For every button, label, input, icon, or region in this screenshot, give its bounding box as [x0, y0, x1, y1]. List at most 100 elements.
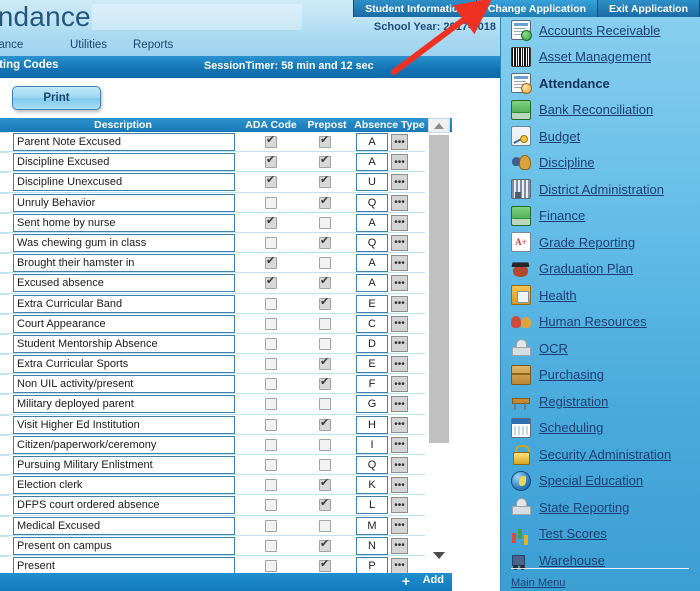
app-menu-item-purchasing[interactable]: Purchasing — [501, 362, 700, 389]
absence-type-input[interactable]: Q — [356, 193, 388, 212]
table-row[interactable]: Election clerk K••• — [0, 475, 425, 496]
row-selector[interactable] — [0, 434, 9, 455]
app-menu-item-asset-management[interactable]: Asset Management — [501, 44, 700, 71]
absence-type-picker-button[interactable]: ••• — [391, 275, 408, 292]
absence-type-picker-button[interactable]: ••• — [391, 255, 408, 272]
absence-type-picker-button[interactable]: ••• — [391, 416, 408, 433]
ada-code-checkbox[interactable] — [265, 134, 277, 148]
absence-type-picker-button[interactable]: ••• — [391, 194, 408, 211]
description-input[interactable]: Was chewing gum in class — [13, 233, 235, 252]
absence-type-picker-button[interactable]: ••• — [391, 557, 408, 573]
absence-type-picker-button[interactable]: ••• — [391, 477, 408, 494]
description-input[interactable]: Non UIL activity/present — [13, 375, 235, 394]
absence-type-input[interactable]: Q — [356, 233, 388, 252]
row-selector[interactable] — [0, 354, 9, 374]
app-menu-item-security-administration[interactable]: Security Administration — [501, 441, 700, 468]
table-row[interactable]: Discipline Unexcused U••• — [0, 172, 425, 193]
table-row[interactable]: Military deployed parent G ••• — [0, 394, 425, 415]
prepost-checkbox[interactable] — [319, 438, 331, 451]
ada-code-checkbox[interactable] — [265, 519, 277, 532]
absence-type-picker-button[interactable]: ••• — [391, 134, 408, 150]
print-button[interactable]: Print — [12, 86, 101, 110]
absence-type-picker-button[interactable]: ••• — [391, 457, 408, 473]
description-input[interactable]: Medical Excused — [13, 516, 235, 535]
absence-type-input[interactable]: Q — [356, 456, 388, 474]
app-menu-item-health[interactable]: Health — [501, 282, 700, 309]
absence-type-input[interactable]: L — [356, 496, 388, 515]
absence-type-input[interactable]: P — [356, 556, 388, 573]
ada-code-checkbox[interactable] — [265, 236, 277, 249]
prepost-checkbox[interactable] — [319, 398, 331, 411]
ada-code-checkbox[interactable] — [265, 174, 277, 189]
table-row[interactable]: Citizen/paperwork/ceremony I ••• — [0, 434, 425, 455]
row-selector[interactable] — [0, 555, 9, 573]
ada-code-checkbox[interactable] — [265, 297, 277, 310]
row-selector[interactable] — [0, 172, 9, 192]
prepost-checkbox[interactable] — [319, 216, 331, 229]
grid-scrollbar-thumb[interactable] — [429, 135, 449, 443]
absence-type-picker-button[interactable]: ••• — [391, 517, 408, 534]
description-input[interactable]: Excused absence — [13, 274, 235, 293]
ada-code-checkbox[interactable] — [265, 438, 277, 451]
app-menu-item-accounts-receivable[interactable]: Accounts Receivable — [501, 17, 700, 44]
description-input[interactable]: Visit Higher Ed Institution — [13, 415, 235, 434]
absence-type-picker-button[interactable]: ••• — [391, 376, 408, 393]
absence-type-input[interactable]: A — [356, 133, 388, 151]
app-menu-item-budget[interactable]: Budget — [501, 123, 700, 150]
app-menu-item-district-administration[interactable]: District Administration — [501, 176, 700, 203]
absence-type-input[interactable]: K — [356, 476, 388, 495]
app-menu-item-warehouse[interactable]: Warehouse — [501, 547, 700, 574]
table-row[interactable]: Unruly Behavior Q••• — [0, 192, 425, 213]
prepost-checkbox[interactable] — [319, 154, 331, 169]
row-selector[interactable] — [0, 293, 9, 314]
row-selector[interactable] — [0, 495, 9, 515]
ada-code-checkbox[interactable] — [265, 459, 277, 471]
ada-code-checkbox[interactable] — [265, 499, 277, 512]
ada-code-checkbox[interactable] — [265, 398, 277, 411]
prepost-checkbox[interactable] — [319, 459, 331, 471]
row-selector[interactable] — [0, 192, 9, 213]
menu-item-utilities[interactable]: Utilities — [70, 39, 107, 51]
row-selector[interactable] — [0, 475, 9, 495]
description-input[interactable]: Brought their hamster in — [13, 254, 235, 273]
absence-type-picker-button[interactable]: ••• — [391, 537, 408, 554]
description-input[interactable]: Discipline Excused — [13, 153, 235, 172]
row-selector[interactable] — [0, 455, 9, 475]
absence-type-input[interactable]: M — [356, 516, 388, 535]
table-row[interactable]: Sent home by nurse A••• — [0, 212, 425, 233]
table-row[interactable]: Visit Higher Ed Institution H••• — [0, 414, 425, 435]
app-menu-item-graduation-plan[interactable]: Graduation Plan — [501, 256, 700, 283]
absence-type-input[interactable]: A — [356, 254, 388, 273]
row-selector[interactable] — [0, 333, 9, 354]
prepost-checkbox[interactable] — [319, 497, 331, 512]
table-row[interactable]: Excused absence A••• — [0, 273, 425, 294]
prepost-checkbox[interactable] — [319, 257, 331, 270]
absence-type-picker-button[interactable]: ••• — [391, 396, 408, 413]
description-input[interactable]: Citizen/paperwork/ceremony — [13, 435, 235, 454]
row-selector[interactable] — [0, 313, 9, 334]
absence-type-input[interactable]: U — [356, 173, 388, 192]
main-menu-link[interactable]: Main Menu — [511, 577, 565, 589]
ada-code-checkbox[interactable] — [265, 418, 277, 431]
row-selector[interactable] — [0, 414, 9, 435]
prepost-checkbox[interactable] — [319, 558, 331, 572]
description-input[interactable]: Unruly Behavior — [13, 193, 235, 212]
table-row[interactable]: Parent Note Excused A••• — [0, 132, 425, 153]
prepost-checkbox[interactable] — [319, 356, 331, 371]
prepost-checkbox[interactable] — [319, 417, 331, 431]
row-selector[interactable] — [0, 232, 9, 253]
absence-type-input[interactable]: F — [356, 375, 388, 394]
row-selector[interactable] — [0, 212, 9, 233]
absence-type-input[interactable]: A — [356, 274, 388, 293]
absence-type-input[interactable]: A — [356, 153, 388, 172]
description-input[interactable]: DFPS court ordered absence — [13, 496, 235, 515]
ada-code-checkbox[interactable] — [265, 559, 277, 572]
app-menu-item-finance[interactable]: Finance — [501, 203, 700, 230]
app-menu-item-attendance[interactable]: Attendance — [501, 70, 700, 97]
description-input[interactable]: Military deployed parent — [13, 395, 235, 414]
ada-code-checkbox[interactable] — [265, 275, 277, 290]
description-input[interactable]: Pursuing Military Enlistment — [13, 456, 235, 474]
absence-type-picker-button[interactable]: ••• — [391, 497, 408, 514]
table-row[interactable]: Present P••• — [0, 555, 425, 573]
app-menu-item-test-scores[interactable]: Test Scores — [501, 521, 700, 548]
